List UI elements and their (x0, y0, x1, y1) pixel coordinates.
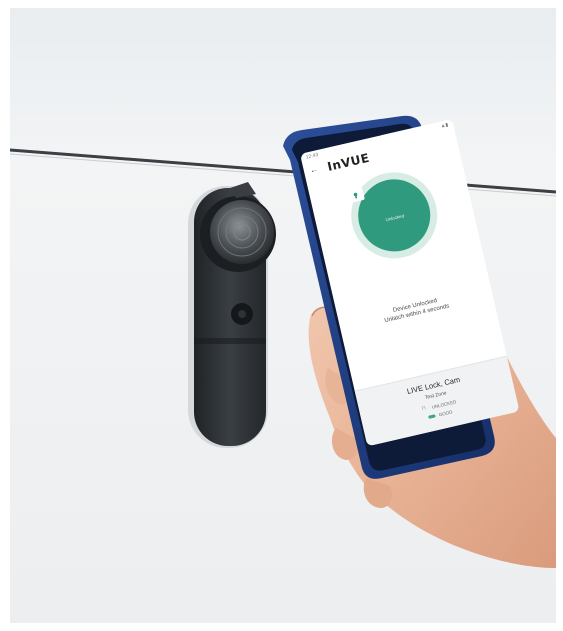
lock-state-label: Unlocked (384, 212, 405, 222)
lock-status-ring: Unlocked (342, 163, 446, 267)
smart-lock-device (188, 182, 276, 448)
lock-status-text: UNLOCKED (431, 398, 457, 410)
battery-icon (427, 414, 436, 420)
status-time: 12:43 (305, 152, 319, 161)
battery-status-text: GOOD (438, 409, 453, 418)
lock-icon: ⊓ (421, 405, 427, 413)
lock-status-disc[interactable]: Unlocked (347, 172, 438, 259)
message-line-1: Device Unlocked (392, 298, 438, 314)
unlock-message: Device Unlocked Unlatch within 4 seconds (338, 285, 494, 336)
lock-knob (210, 200, 274, 264)
photo-scene: 12:43 ▲▮ ← InVUE Unlocked Device Unlocke… (10, 8, 556, 623)
padlock-open-icon (347, 180, 365, 203)
signal-icon: ▲▮ (440, 121, 449, 130)
back-arrow-icon[interactable]: ← (309, 164, 319, 175)
